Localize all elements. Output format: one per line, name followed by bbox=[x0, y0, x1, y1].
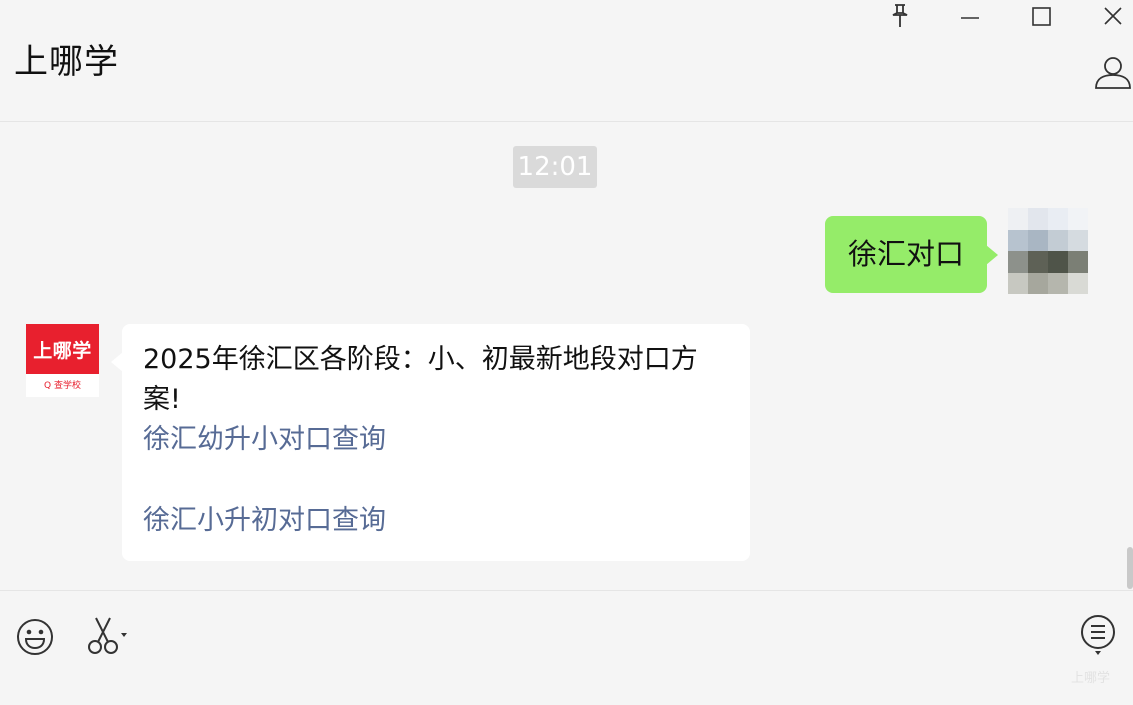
watermark: 上哪学 bbox=[1071, 671, 1111, 686]
sent-message-bubble[interactable]: 徐汇对口 bbox=[825, 216, 998, 293]
chat-title: 上哪学 bbox=[14, 42, 119, 82]
chat-info-button[interactable] bbox=[1092, 52, 1132, 92]
avatar-tagline: Q 查学校 bbox=[44, 381, 81, 391]
maximize-button[interactable] bbox=[1022, 0, 1062, 32]
bot-avatar[interactable]: 上哪学 Q 查学校 bbox=[26, 324, 99, 397]
pin-icon bbox=[892, 4, 908, 27]
scissors-icon bbox=[88, 617, 127, 654]
screenshot-button[interactable] bbox=[86, 615, 132, 657]
list-menu-icon bbox=[1081, 615, 1115, 655]
message-list[interactable]: 12:01 徐汇对口 上哪学 Q 查学校 2025年徐汇区各阶段：小、初最新地段… bbox=[0, 122, 1133, 590]
chat-window: 上哪学 12:01 徐汇对口 上哪学 Q 查学校 2025年徐汇区各阶段：小、初… bbox=[0, 0, 1133, 705]
close-icon bbox=[1104, 7, 1122, 25]
timestamp: 12:01 bbox=[513, 146, 597, 188]
emoji-button[interactable] bbox=[15, 617, 55, 657]
emoji-icon bbox=[17, 619, 53, 655]
maximize-icon bbox=[1032, 7, 1051, 26]
minimize-icon bbox=[961, 17, 979, 19]
link-kindergarten-to-primary[interactable]: 徐汇幼升小对口查询 bbox=[143, 420, 730, 460]
self-avatar[interactable] bbox=[1008, 208, 1088, 294]
link-primary-to-middle[interactable]: 徐汇小升初对口查询 bbox=[143, 501, 730, 541]
message-text: 2025年徐汇区各阶段：小、初最新地段对口方案! bbox=[143, 344, 698, 415]
close-button[interactable] bbox=[1093, 0, 1133, 32]
received-message-bubble: 2025年徐汇区各阶段：小、初最新地段对口方案! 徐汇幼升小对口查询 徐汇小升初… bbox=[111, 324, 750, 561]
pin-button[interactable] bbox=[880, 0, 920, 32]
user-icon bbox=[1095, 57, 1131, 89]
chat-header: 上哪学 bbox=[0, 0, 1133, 122]
more-menu-button[interactable] bbox=[1078, 613, 1118, 657]
input-toolbar: 上哪学 bbox=[0, 590, 1133, 705]
scrollbar-thumb[interactable] bbox=[1127, 547, 1133, 589]
minimize-button[interactable] bbox=[950, 0, 990, 32]
avatar-brand: 上哪学 bbox=[26, 324, 99, 374]
